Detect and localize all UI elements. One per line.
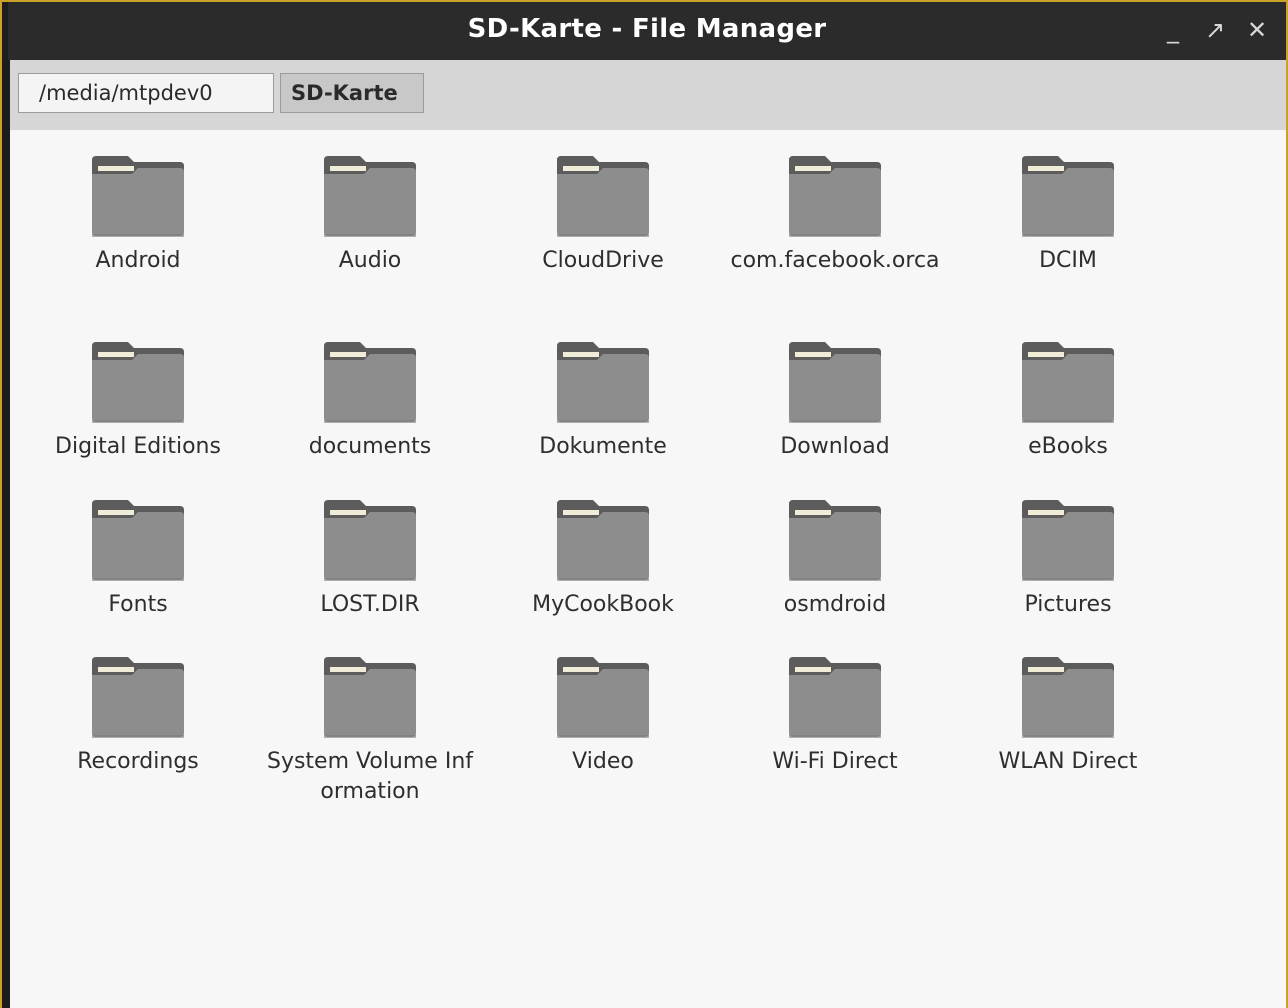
- breadcrumb-media-mtpdev0[interactable]: /media/mtpdev0: [18, 73, 274, 113]
- folder-item[interactable]: documents: [260, 338, 480, 462]
- folder-item[interactable]: MyCookBook: [493, 496, 713, 620]
- folder-item[interactable]: CloudDrive: [493, 152, 713, 276]
- folder-label: CloudDrive: [542, 248, 664, 273]
- close-icon[interactable]: ✕: [1246, 16, 1268, 44]
- folder-icon: [1022, 342, 1114, 423]
- folder-item[interactable]: com.facebook.orca: [725, 152, 945, 276]
- folder-icon: [557, 156, 649, 237]
- folder-icon: [557, 500, 649, 581]
- folder-label: documents: [308, 434, 432, 459]
- folder-item[interactable]: Digital Editions: [28, 338, 248, 462]
- folder-icon: [557, 342, 649, 423]
- folder-label: osmdroid: [783, 592, 887, 617]
- folder-label: WLAN Direct: [998, 749, 1138, 774]
- folder-label: System Volume Information: [266, 749, 474, 804]
- folder-item[interactable]: WLAN Direct: [958, 653, 1178, 777]
- folder-icon: [324, 156, 416, 237]
- folder-icon: [324, 500, 416, 581]
- folder-icon: [789, 657, 881, 738]
- folder-label: Recordings: [77, 749, 199, 774]
- folder-icon: [789, 500, 881, 581]
- maximize-icon[interactable]: ↗: [1204, 16, 1226, 44]
- folder-label: Fonts: [108, 592, 168, 617]
- file-grid: Android Audio CloudDrive com.facebook.orca D…: [10, 130, 1286, 1008]
- window-controls: _ ↗ ✕: [1162, 16, 1268, 44]
- minimize-icon[interactable]: _: [1162, 16, 1184, 44]
- folder-item[interactable]: Android: [28, 152, 248, 276]
- file-manager-window: SD-Karte - File Manager _ ↗ ✕ /media/mtp…: [0, 0, 1288, 1008]
- folder-label: eBooks: [1028, 434, 1108, 459]
- folder-item[interactable]: Wi-Fi Direct: [725, 653, 945, 777]
- folder-label: Download: [780, 434, 890, 459]
- window-title: SD-Karte - File Manager: [467, 14, 827, 44]
- folder-label: MyCookBook: [532, 592, 674, 617]
- breadcrumb-sd-karte[interactable]: SD-Karte: [280, 73, 424, 113]
- folder-item[interactable]: Dokumente: [493, 338, 713, 462]
- folder-item[interactable]: Pictures: [958, 496, 1178, 620]
- folder-item[interactable]: System Volume Information: [260, 653, 480, 807]
- folder-icon: [1022, 657, 1114, 738]
- folder-item[interactable]: Recordings: [28, 653, 248, 777]
- folder-item[interactable]: Download: [725, 338, 945, 462]
- folder-icon: [789, 342, 881, 423]
- folder-item[interactable]: LOST.DIR: [260, 496, 480, 620]
- folder-item[interactable]: eBooks: [958, 338, 1178, 462]
- folder-icon: [324, 342, 416, 423]
- folder-label: com.facebook.orca: [730, 248, 940, 273]
- folder-icon: [1022, 500, 1114, 581]
- folder-label: Pictures: [1024, 592, 1112, 617]
- folder-icon: [789, 156, 881, 237]
- folder-icon: [324, 657, 416, 738]
- folder-icon: [557, 657, 649, 738]
- folder-icon: [92, 342, 184, 423]
- folder-item[interactable]: DCIM: [958, 152, 1178, 276]
- path-bar: /media/mtpdev0 SD-Karte: [10, 60, 1286, 130]
- folder-label: Android: [95, 248, 181, 273]
- folder-label: LOST.DIR: [320, 592, 420, 617]
- title-bar[interactable]: SD-Karte - File Manager _ ↗ ✕: [2, 2, 1286, 60]
- folder-label: Dokumente: [539, 434, 667, 459]
- folder-label: Digital Editions: [55, 434, 221, 459]
- folder-icon: [1022, 156, 1114, 237]
- folder-icon: [92, 657, 184, 738]
- folder-item[interactable]: Fonts: [28, 496, 248, 620]
- folder-label: Wi-Fi Direct: [772, 749, 898, 774]
- folder-item[interactable]: osmdroid: [725, 496, 945, 620]
- folder-icon: [92, 156, 184, 237]
- folder-item[interactable]: Video: [493, 653, 713, 777]
- folder-label: Video: [572, 749, 634, 774]
- folder-label: Audio: [338, 248, 402, 273]
- folder-icon: [92, 500, 184, 581]
- folder-label: DCIM: [1039, 248, 1097, 273]
- folder-item[interactable]: Audio: [260, 152, 480, 276]
